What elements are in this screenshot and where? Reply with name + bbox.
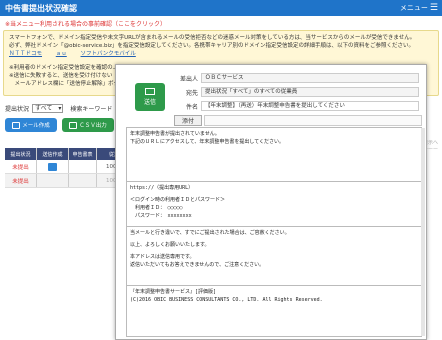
mail-icon — [12, 121, 21, 129]
csv-export-label: ＣＳＶ出力 — [79, 123, 107, 129]
attachment-field[interactable] — [204, 115, 422, 126]
carrier-links: ＮＴＴドコモ ａｕ ソフトバンクモバイル — [9, 50, 433, 58]
row-status: 未提出 — [5, 174, 37, 187]
to-field[interactable]: 提出状況「すべて」のすべての従業員 — [201, 87, 419, 97]
link-au[interactable]: ａｕ — [56, 51, 67, 57]
csv-icon — [69, 121, 78, 129]
notice-link[interactable]: ※当メニュー利用される場合の事前確認（ここをクリック） — [5, 19, 166, 28]
menu-button[interactable]: メニュー ☰ — [400, 2, 438, 14]
mail-create-button[interactable]: メール作成 — [5, 118, 57, 132]
send-mail-icon[interactable] — [48, 162, 57, 171]
top-bar: 中告書提出状況確認 メニュー ☰ — [0, 0, 442, 16]
envelope-icon — [145, 88, 155, 95]
mail-compose-dialog: 送信 差出人 ＯＢＣサービス 宛先 提出状況「すべて」のすべての従業員 件名 【… — [115, 64, 427, 340]
subject-row: 件名 【年末調整】（再送）年末調整申告書を提出してください — [171, 101, 419, 111]
csv-export-button[interactable]: ＣＳＶ出力 — [62, 118, 114, 132]
sender-row: 差出人 ＯＢＣサービス — [171, 73, 419, 83]
status-select[interactable]: すべて — [32, 104, 64, 113]
header-status[interactable]: 提出状況 — [5, 148, 37, 160]
link-docomo[interactable]: ＮＴＴドコモ — [9, 51, 42, 57]
hamburger-icon: ☰ — [429, 2, 438, 13]
info-line-1: スマートフォンで、ドメイン指定受信や未文字URLが含まれるメールの受信拒否などの… — [9, 35, 416, 41]
filter-bar: 提出状況 すべて 検索キーワード — [5, 104, 112, 113]
attach-button[interactable]: 添付 — [174, 115, 202, 126]
sender-label: 差出人 — [179, 75, 198, 83]
to-row: 宛先 提出状況「すべて」のすべての従業員 — [171, 87, 419, 97]
sender-field[interactable]: ＯＢＣサービス — [201, 73, 419, 83]
subject-field[interactable]: 【年末調整】（再送）年末調整申告書を提出してください — [201, 101, 419, 111]
info-line-2: 必ず、弊社ドメイン「@obic-service.biz」を指定受信設定してくださ… — [9, 43, 415, 49]
filter-label: 提出状況 — [5, 106, 30, 113]
send-label: 送信 — [143, 99, 156, 106]
to-label: 宛先 — [185, 89, 198, 97]
mail-create-label: メール作成 — [22, 123, 50, 129]
mail-body-scrollbar[interactable] — [421, 128, 425, 336]
link-softbank[interactable]: ソフトバンクモバイル — [81, 51, 136, 57]
send-button[interactable]: 送信 — [135, 83, 165, 111]
keyword-label: 検索キーワード — [70, 106, 113, 113]
header-send[interactable]: 送信作成 — [37, 148, 69, 160]
subject-label: 件名 — [185, 103, 198, 111]
page-title: 中告書提出状況確認 — [5, 4, 77, 13]
mail-body-textarea[interactable]: 年末調整申告書が提出されていません。 下記のＵＲＬにアクセスして、年末調整申告書… — [126, 127, 422, 337]
header-form[interactable]: 申告書表 — [69, 148, 97, 160]
menu-label: メニュー — [399, 4, 428, 12]
row-status: 未提出 — [5, 160, 37, 173]
